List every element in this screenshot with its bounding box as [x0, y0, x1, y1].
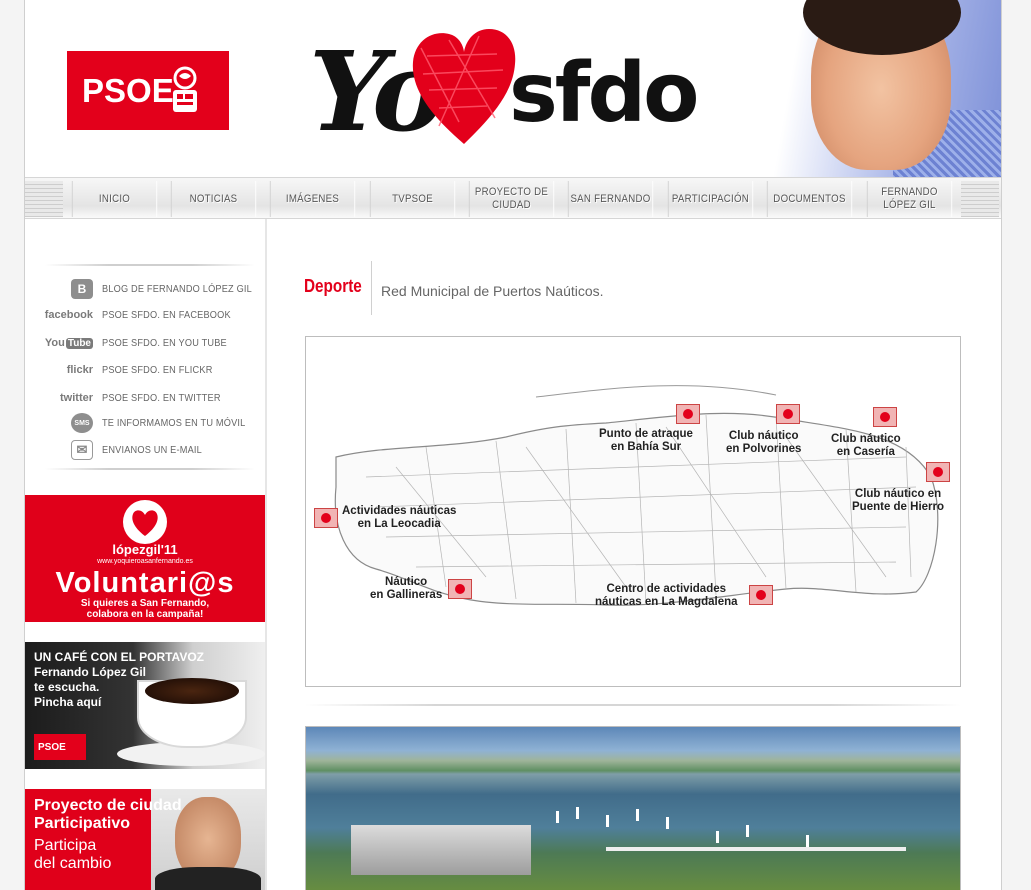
youtube-icon: You Tube: [44, 337, 93, 349]
nav-grip-right: [961, 181, 999, 217]
volunteers-headline: Voluntari@s: [55, 567, 235, 599]
marker-puente-hierro[interactable]: [926, 462, 950, 482]
nav-item-documentos[interactable]: DOCUMENTOS: [766, 181, 853, 217]
section-subtitle: Red Municipal de Puertos Naúticos.: [381, 283, 604, 299]
heart-icon: [412, 29, 516, 144]
volunteers-url: www.yoquieroasanfernando.es: [97, 558, 193, 565]
twitter-icon: twitter: [60, 392, 93, 404]
sidebar-link-label: PSOE SFDO. EN FACEBOOK: [102, 309, 231, 321]
marker-bahia-sur[interactable]: [676, 404, 700, 424]
psoe-logo[interactable]: PSOE: [67, 51, 229, 130]
sidebar-divider: [45, 468, 255, 470]
slogan-logo: Yo sfdo: [309, 22, 700, 162]
psoe-small-logo: PSOE: [34, 734, 86, 760]
sidebar-link-twitter[interactable]: twitter PSOE SFDO. EN TWITTER: [35, 386, 265, 410]
map-label-polvorines: Club náutico en Polvorines: [726, 430, 802, 455]
map-label-puente-hierro: Club náutico en Puente de Hierro: [852, 488, 945, 513]
page-container: PSOE Yo sfdo INICIO NOTICIAS IMÁGENES TV…: [24, 0, 1002, 890]
volunteers-brand: lópezgil'11: [112, 542, 178, 557]
volunteers-tagline: Si quieres a San Fernando, colabora en l…: [80, 598, 210, 620]
proyecto-banner-title: Proyecto de ciudad Participativo: [34, 797, 182, 832]
header: PSOE Yo sfdo: [25, 0, 1001, 177]
ports-map[interactable]: Punto de atraque en Bahía Sur Club náutic…: [305, 336, 961, 687]
sidebar-link-label: PSOE SFDO. EN YOU TUBE: [102, 337, 227, 349]
sidebar-link-facebook[interactable]: facebook PSOE SFDO. EN FACEBOOK: [35, 303, 265, 327]
map-label-magdalena: Centro de actividades náuticas en La Magd…: [595, 583, 738, 608]
sidebar-link-label: TE INFORMAMOS EN TU MÓVIL: [102, 417, 246, 429]
map-label-bahia-sur: Punto de atraque en Bahía Sur: [599, 428, 693, 453]
blog-icon: B: [70, 279, 93, 299]
nav-item-fernando[interactable]: FERNANDO LÓPEZ GIL: [866, 181, 953, 217]
rose-fist-icon: [173, 66, 197, 112]
cafe-banner[interactable]: UN CAFÉ CON EL PORTAVOZ Fernando López G…: [25, 642, 265, 769]
nav-item-imagenes[interactable]: IMÁGENES: [269, 181, 356, 217]
nav-item-participacion[interactable]: PARTICIPACIÓN: [667, 181, 754, 217]
section-title: Deporte: [304, 276, 362, 296]
psoe-logo-text: PSOE: [82, 71, 174, 109]
sidebar-link-email[interactable]: ✉ ENVIANOS UN E-MAIL: [35, 438, 265, 462]
marker-gallineras[interactable]: [448, 579, 472, 599]
proyecto-banner[interactable]: Proyecto de ciudad Participativo Partici…: [25, 789, 265, 890]
map-label-leocadia: Actividades náuticas en La Leocadia: [342, 505, 457, 530]
content-divider: [305, 704, 961, 706]
proyecto-banner-subtitle: Participa del cambio: [34, 837, 112, 872]
sms-icon: SMS: [71, 413, 93, 433]
sidebar-link-label: PSOE SFDO. EN FLICKR: [102, 364, 213, 376]
slogan-sfdo: sfdo: [509, 46, 700, 141]
email-icon: ✉: [71, 440, 93, 460]
facebook-icon: facebook: [44, 309, 93, 321]
sidebar-link-flickr[interactable]: flickr PSOE SFDO. EN FLICKR: [35, 358, 265, 382]
nav-item-inicio[interactable]: INICIO: [71, 181, 158, 217]
nav-item-san-fernando[interactable]: SAN FERNANDO: [567, 181, 654, 217]
nav-item-noticias[interactable]: NOTICIAS: [170, 181, 257, 217]
sidebar-divider: [45, 264, 255, 266]
nav-item-tvpsoe[interactable]: TVPSOE: [369, 181, 456, 217]
sidebar-link-label: BLOG DE FERNANDO LÓPEZ GIL: [101, 283, 252, 295]
marker-magdalena[interactable]: [749, 585, 773, 605]
sidebar-link-label: PSOE SFDO. EN TWITTER: [102, 392, 221, 404]
map-label-gallineras: Náutico en Gallineras: [370, 576, 443, 601]
marker-polvorines[interactable]: [776, 404, 800, 424]
heart-icon: [123, 500, 167, 544]
nav-item-proyecto[interactable]: PROYECTO DE CIUDAD: [468, 181, 555, 217]
sidebar-link-blog[interactable]: B BLOG DE FERNANDO LÓPEZ GIL: [35, 277, 265, 301]
flickr-icon: flickr: [66, 364, 93, 376]
map-label-caseria: Club náutico en Casería: [831, 433, 901, 458]
cafe-banner-text: UN CAFÉ CON EL PORTAVOZ Fernando López G…: [34, 650, 205, 709]
marina-photo: [305, 726, 961, 890]
title-divider: [371, 261, 372, 315]
nav-grip-left: [25, 181, 63, 217]
main-content: Deporte Red Municipal de Puertos Naútico…: [267, 219, 1001, 890]
marker-caseria[interactable]: [873, 407, 897, 427]
sidebar-link-sms[interactable]: SMS TE INFORMAMOS EN TU MÓVIL: [35, 411, 265, 435]
sidebar-link-youtube[interactable]: You Tube PSOE SFDO. EN YOU TUBE: [35, 331, 265, 355]
volunteers-banner[interactable]: lópezgil'11 www.yoquieroasanfernando.es …: [25, 495, 265, 622]
sidebar-link-label: ENVIANOS UN E-MAIL: [102, 444, 202, 456]
candidate-portrait: [773, 0, 1001, 177]
marker-leocadia[interactable]: [314, 508, 338, 528]
main-nav: INICIO NOTICIAS IMÁGENES TVPSOE PROYECTO…: [25, 177, 1001, 219]
